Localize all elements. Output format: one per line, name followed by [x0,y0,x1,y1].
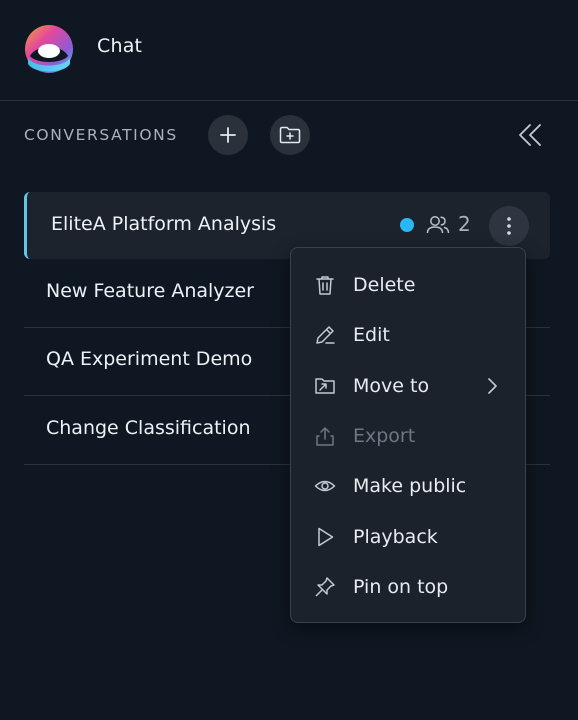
new-conversation-button[interactable] [208,115,248,155]
folder-move-icon [315,378,335,394]
trash-icon [316,276,334,295]
collapse-sidebar-button[interactable] [514,119,546,151]
menu-item-label: Move to [353,375,430,397]
menu-item-move-to[interactable]: Move to [291,363,525,409]
menu-item-pin-on-top[interactable]: Pin on top [291,564,525,610]
play-icon [318,527,334,547]
menu-item-playback[interactable]: Playback [291,514,525,560]
menu-item-label: Make public [353,475,467,497]
conversation-title: Change Classification [46,417,251,439]
more-vertical-icon [507,217,511,235]
export-icon [316,427,334,446]
conversation-context-menu: Delete Edit Move to Export Make public P… [290,247,526,623]
conversation-title: QA Experiment Demo [46,348,253,370]
folder-plus-icon [279,126,301,144]
elitea-logo-icon[interactable] [24,24,74,74]
pin-icon [315,577,335,597]
chat-app: Chat CONVERSATIONS EliteA Platform Analy… [0,0,578,720]
app-header: Chat [0,0,578,101]
menu-item-label: Delete [353,274,416,296]
menu-item-export[interactable]: Export [291,413,525,459]
participant-count: 2 [458,212,471,236]
status-dot [400,218,414,232]
app-title: Chat [97,35,143,57]
chevron-right-icon [488,378,497,394]
eye-icon [314,480,336,492]
users-icon [426,216,450,234]
conversation-title: EliteA Platform Analysis [51,213,277,235]
menu-item-make-public[interactable]: Make public [291,463,525,509]
menu-item-label: Playback [353,526,438,548]
menu-item-label: Export [353,425,416,447]
menu-item-edit[interactable]: Edit [291,312,525,358]
menu-item-delete[interactable]: Delete [291,262,525,308]
menu-item-label: Edit [353,324,390,346]
new-folder-button[interactable] [270,115,310,155]
plus-icon [220,127,236,143]
conversation-title: New Feature Analyzer [46,280,254,302]
conversation-more-button[interactable] [489,206,529,246]
menu-item-label: Pin on top [353,576,449,598]
conversations-label: CONVERSATIONS [24,126,178,144]
pencil-icon [316,326,335,344]
double-chevron-left-icon [519,124,541,146]
